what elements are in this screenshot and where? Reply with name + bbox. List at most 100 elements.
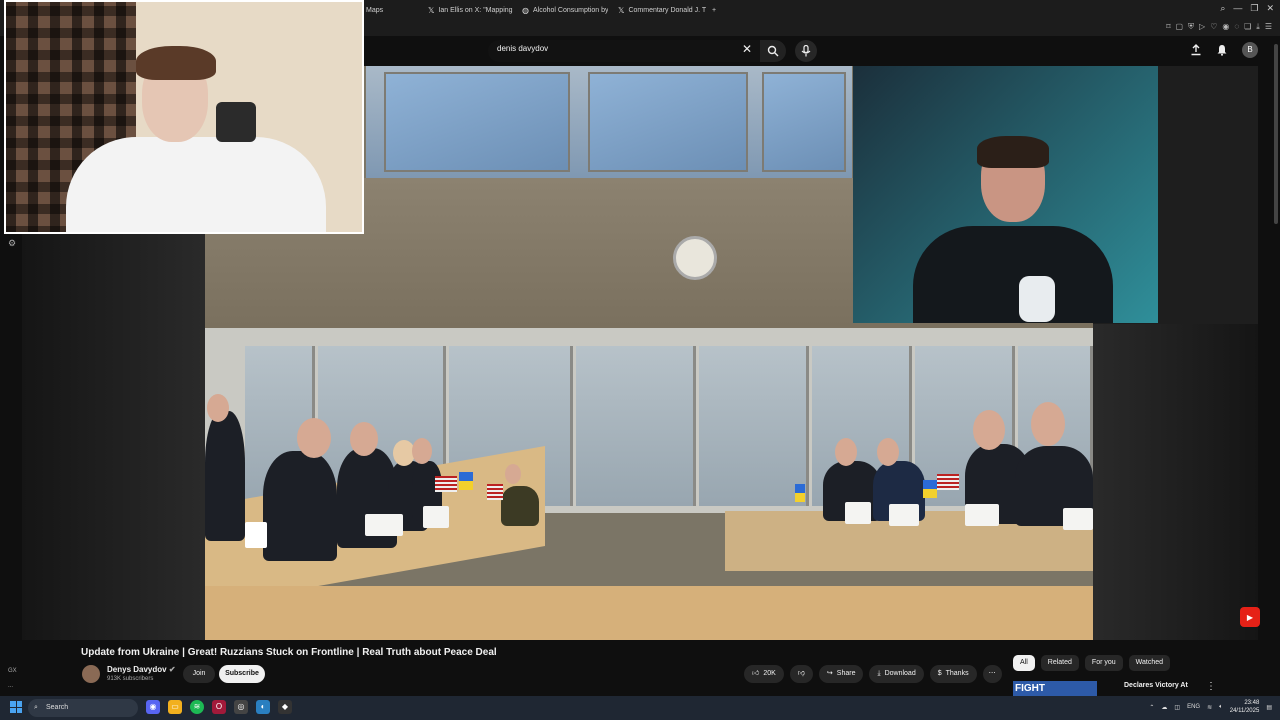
recommendation-title[interactable]: Declares Victory At [1124, 682, 1188, 689]
chip-for-you[interactable]: For you [1084, 655, 1123, 671]
name-placard [423, 506, 449, 528]
notification-icon[interactable]: ▤ [1266, 704, 1272, 711]
subscriber-count: 913K subscribers [107, 676, 154, 682]
restore-icon[interactable]: ❐ [1250, 3, 1258, 14]
search-tabs-icon[interactable]: ⌕ [1220, 3, 1225, 14]
window-blind [576, 346, 696, 506]
name-placard [965, 504, 999, 526]
spotify-icon[interactable]: ≋ [190, 700, 204, 714]
video-letterbox-right [1093, 324, 1258, 640]
download-icon[interactable]: ⤓ [1256, 22, 1260, 32]
bookmark-icon[interactable]: ⌑ [1166, 22, 1170, 32]
opera-gx-icon[interactable]: O [212, 700, 226, 714]
messenger-icon[interactable]: ◌ [1234, 22, 1239, 32]
video-info: Update from Ukraine | Great! Ruzzians St… [0, 640, 1280, 696]
clear-search-icon[interactable]: ✕ [742, 42, 752, 56]
streamer-body [66, 137, 326, 232]
dislike-button[interactable]: 👎︎ [789, 665, 813, 683]
upload-icon[interactable] [1190, 44, 1202, 56]
ukraine-flag [923, 480, 937, 498]
chair [216, 102, 256, 142]
file-explorer-icon[interactable]: ▭ [168, 700, 182, 714]
window-controls: ⌕ — ❐ ✕ [1220, 3, 1274, 14]
menu-icon[interactable]: ☰ [1265, 22, 1272, 32]
subscribe-button[interactable]: Subscribe [219, 665, 265, 683]
screen: Maps 𝕏 Ian Ellis on X: "Mapping i ◍ Alco… [0, 0, 1280, 720]
account-avatar[interactable]: B [1242, 42, 1258, 58]
tab-label: Alcohol Consumption by [532, 7, 608, 14]
more-actions-button[interactable]: ⋯ [982, 665, 1002, 683]
minimize-icon[interactable]: — [1233, 3, 1242, 14]
extension-icons: ⌑ ▢ ⛨ ▷ ♡ ◉ ◌ ❏ ⤓ ☰ [1166, 22, 1272, 32]
thanks-label: Thanks [945, 670, 969, 677]
copy-icon[interactable]: ❏ [1244, 22, 1251, 32]
delegate-head [412, 438, 432, 464]
thanks-button[interactable]: $ Thanks [929, 665, 977, 683]
presenter-body [913, 226, 1113, 323]
search-icon [767, 45, 779, 57]
download-button[interactable]: ⤓ Download [869, 665, 924, 683]
play-icon[interactable]: ▷ [1199, 22, 1205, 32]
chip-related[interactable]: Related [1040, 655, 1079, 671]
thumbs-up-icon: 👍︎ [752, 670, 760, 677]
thanks-icon: $ [937, 670, 942, 677]
taskbar-clock[interactable]: 23:48 24/11/2025 [1230, 699, 1260, 715]
channel-avatar[interactable] [82, 665, 100, 683]
thumbs-down-icon: 👎︎ [797, 670, 805, 677]
snapshot-icon[interactable]: ▢ [1175, 22, 1183, 32]
share-icon: ↪ [826, 670, 833, 677]
ukraine-flag [459, 472, 473, 490]
new-tab-button[interactable]: + [712, 3, 722, 19]
tab-ian-ellis[interactable]: 𝕏 Ian Ellis on X: "Mapping i [428, 3, 514, 19]
delegate-military [501, 486, 539, 526]
sidebar-gx-label[interactable]: GX [8, 668, 17, 674]
recommendation-menu-icon[interactable]: ⋮ [1206, 681, 1216, 692]
search-button[interactable] [760, 40, 786, 62]
channel-name[interactable]: Denys Davydov ✔ [107, 665, 176, 674]
voice-search-button[interactable] [795, 40, 817, 62]
tab-label: Ian Ellis on X: "Mapping i [438, 7, 514, 14]
chip-all[interactable]: All [1013, 655, 1035, 671]
sidebar-more-label[interactable]: ... [8, 683, 13, 689]
header-actions: B [1190, 42, 1258, 58]
notifications-bell-icon[interactable] [1216, 44, 1228, 56]
join-button[interactable]: Join [183, 665, 215, 683]
settings-gear-icon[interactable]: ⚙ [8, 238, 16, 249]
video-title: Update from Ukraine | Great! Ruzzians St… [81, 647, 497, 658]
close-icon[interactable]: ✕ [1266, 3, 1274, 14]
discord-icon[interactable]: ◉ [146, 700, 160, 714]
us-flag [937, 474, 959, 490]
app-icon[interactable]: ◆ [278, 700, 292, 714]
heart-icon[interactable]: ♡ [1210, 22, 1217, 32]
delegate-head [207, 394, 229, 422]
language-indicator[interactable]: ENG [1187, 704, 1200, 710]
wifi-icon[interactable]: ≋ [1207, 704, 1212, 711]
tab-label: Commentary Donald J. Tr [628, 7, 706, 14]
tab-commentary[interactable]: 𝕏 Commentary Donald J. Tr [618, 3, 706, 19]
windows-start-icon[interactable] [10, 701, 22, 713]
cloud-icon[interactable]: ☁ [1161, 704, 1167, 711]
youtube-watermark-icon[interactable]: ▶ [1240, 607, 1260, 627]
page-scrollbar[interactable] [1274, 44, 1278, 224]
user-icon[interactable]: ◉ [1222, 22, 1229, 32]
obs-icon[interactable]: ◎ [234, 700, 248, 714]
taskbar-search[interactable]: ⌕ Search [28, 699, 138, 717]
window-pane [762, 72, 846, 172]
recommendation-thumbnail[interactable]: FIGHT [1013, 681, 1097, 696]
delegate-head [297, 418, 331, 458]
x-logo-icon: 𝕏 [428, 6, 435, 15]
taskbar-search-placeholder: Search [46, 704, 69, 711]
conference-table-front [205, 586, 1093, 640]
tray-chevron-icon[interactable]: ⌃ [1149, 704, 1154, 711]
shield-icon[interactable]: ⛨ [1188, 22, 1194, 32]
presenter-webcam [853, 66, 1158, 323]
steam-icon[interactable]: ◐ [256, 700, 270, 714]
chip-watched[interactable]: Watched [1128, 655, 1171, 671]
tab-alcohol-consumption[interactable]: ◍ Alcohol Consumption by [522, 3, 608, 19]
share-button[interactable]: ↪ Share [818, 665, 864, 683]
search-input[interactable]: denis davydov ✕ [488, 40, 760, 62]
like-button[interactable]: 👍︎ 20K [744, 665, 784, 683]
tab-maps[interactable]: Maps [366, 3, 426, 19]
network-icon[interactable]: ◫ [1174, 704, 1180, 711]
volume-icon[interactable]: 🔈︎ [1219, 704, 1223, 711]
